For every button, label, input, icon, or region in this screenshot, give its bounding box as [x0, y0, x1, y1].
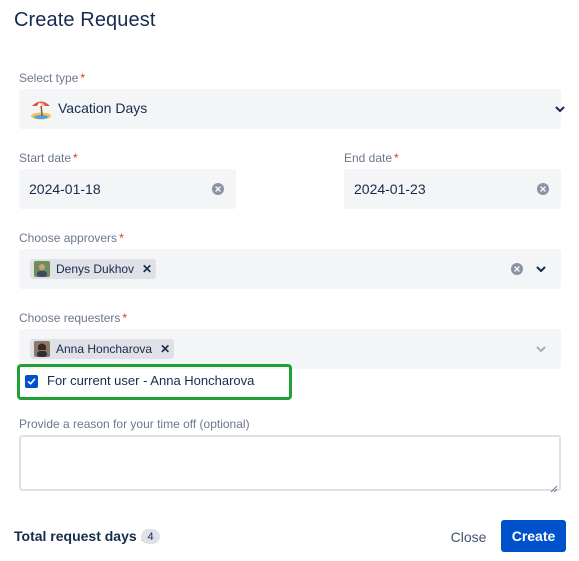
- close-button[interactable]: Close: [448, 522, 489, 552]
- requester-name: Anna Honcharova: [56, 342, 153, 356]
- remove-approver-icon[interactable]: ✕: [142, 263, 152, 275]
- beach-umbrella-icon: [29, 97, 53, 121]
- start-date-label: Start date *: [19, 151, 78, 165]
- end-date-value: 2024-01-23: [354, 181, 426, 197]
- start-date-label-text: Start date: [19, 151, 72, 165]
- requesters-select[interactable]: Anna Honcharova ✕: [19, 329, 561, 369]
- required-asterisk: *: [80, 71, 86, 85]
- current-user-checkbox[interactable]: [25, 375, 38, 388]
- clear-approvers-icon[interactable]: [511, 263, 523, 275]
- start-date-input[interactable]: 2024-01-18: [19, 169, 236, 209]
- total-request-days-label: Total request days :: [14, 528, 146, 544]
- clear-end-date-icon[interactable]: [537, 183, 549, 195]
- select-type-label: Select type *: [19, 71, 85, 85]
- end-date-label-text: End date: [344, 151, 393, 165]
- required-asterisk: *: [119, 231, 124, 245]
- requester-chip: Anna Honcharova ✕: [30, 339, 175, 359]
- select-type-value: Vacation Days: [58, 100, 148, 116]
- chevron-down-icon[interactable]: [533, 261, 549, 277]
- resize-handle-icon[interactable]: [548, 480, 558, 498]
- required-asterisk: *: [394, 151, 399, 165]
- reason-textarea[interactable]: [19, 435, 561, 491]
- current-user-checkbox-label[interactable]: For current user - Anna Honcharova: [47, 373, 254, 388]
- required-asterisk: *: [122, 311, 128, 325]
- required-asterisk: *: [73, 151, 78, 165]
- reason-label: Provide a reason for your time off (opti…: [19, 417, 250, 431]
- approver-chip: Denys Dukhov ✕: [30, 259, 157, 279]
- approvers-label: Choose approvers *: [19, 231, 124, 245]
- chevron-down-icon[interactable]: [533, 341, 549, 357]
- total-request-days-badge: 4: [141, 529, 160, 544]
- approvers-label-text: Choose approvers: [19, 231, 118, 245]
- remove-requester-icon[interactable]: ✕: [160, 343, 170, 355]
- select-type-label-text: Select type: [19, 71, 79, 85]
- end-date-input[interactable]: 2024-01-23: [344, 169, 561, 209]
- approver-name: Denys Dukhov: [56, 262, 135, 276]
- clear-start-date-icon[interactable]: [212, 183, 224, 195]
- end-date-label: End date *: [344, 151, 399, 165]
- requesters-label-text: Choose requesters: [19, 311, 121, 325]
- chevron-down-icon[interactable]: [552, 101, 568, 117]
- avatar: [34, 261, 50, 277]
- dialog-title: Create Request: [14, 9, 156, 31]
- create-button[interactable]: Create: [501, 520, 566, 552]
- approvers-select[interactable]: Denys Dukhov ✕: [19, 249, 561, 289]
- start-date-value: 2024-01-18: [29, 181, 101, 197]
- select-type-dropdown[interactable]: Vacation Days: [19, 89, 565, 129]
- avatar: [34, 341, 50, 357]
- requesters-label: Choose requesters *: [19, 311, 127, 325]
